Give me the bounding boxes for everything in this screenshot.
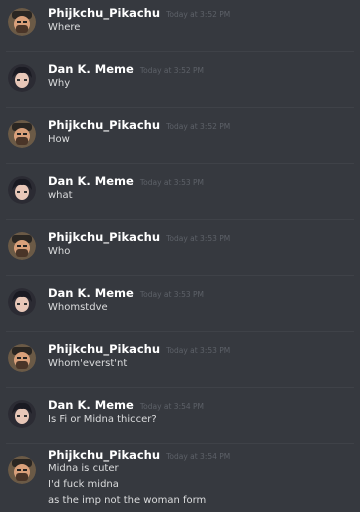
message: Phijkchu_Pikachu Today at 3:53 PM Who (0, 224, 360, 276)
avatar-dan[interactable] (8, 288, 36, 316)
message-author[interactable]: Phijkchu_Pikachu Today at 3:53 PM (48, 230, 230, 244)
avatar-phijkchu[interactable] (8, 232, 36, 260)
message-divider (6, 331, 354, 332)
avatar-dan[interactable] (8, 64, 36, 92)
message-author[interactable]: Phijkchu_Pikachu Today at 3:53 PM (48, 342, 230, 356)
message-timestamp: Today at 3:52 PM (166, 122, 231, 131)
message: Phijkchu_Pikachu Today at 3:52 PM How (0, 112, 360, 164)
message-timestamp: Today at 3:54 PM (166, 452, 231, 461)
message-text: what (48, 190, 73, 201)
message-author[interactable]: Dan K. Meme Today at 3:52 PM (48, 62, 204, 76)
message-author[interactable]: Phijkchu_Pikachu Today at 3:52 PM (48, 118, 230, 132)
avatar-dan[interactable] (8, 400, 36, 428)
message: Phijkchu_Pikachu Today at 3:53 PM Whom'ev… (0, 336, 360, 388)
message: Phijkchu_Pikachu Today at 3:52 PM Where (0, 0, 360, 52)
avatar-dan[interactable] (8, 176, 36, 204)
message-text: Whomstdve (48, 302, 108, 313)
message-timestamp: Today at 3:53 PM (139, 290, 205, 299)
message-divider (6, 51, 354, 52)
message-text: as the imp not the woman form (48, 495, 207, 506)
avatar-phijkchu[interactable] (8, 344, 36, 372)
message-text: Where (48, 22, 81, 33)
avatar-phijkchu[interactable] (8, 456, 36, 484)
message-divider (6, 387, 354, 388)
message-divider (6, 219, 354, 220)
message-timestamp: Today at 3:52 PM (139, 66, 205, 75)
message: Dan K. Meme Today at 3:54 PM Is Fi or Mid… (0, 392, 360, 444)
message: Dan K. Meme Today at 3:52 PM Why (0, 56, 360, 108)
message-divider (6, 275, 354, 276)
message-divider (6, 163, 354, 164)
message-timestamp: Today at 3:52 PM (166, 10, 231, 19)
message-timestamp: Today at 3:53 PM (139, 178, 205, 187)
message-text: Why (48, 78, 71, 89)
message-author[interactable]: Dan K. Meme Today at 3:53 PM (48, 286, 204, 300)
avatar-phijkchu[interactable] (8, 8, 36, 36)
avatar-phijkchu[interactable] (8, 120, 36, 148)
message-author[interactable]: Dan K. Meme Today at 3:53 PM (48, 174, 204, 188)
message-author[interactable]: Dan K. Meme Today at 3:54 PM (48, 398, 204, 412)
message: Dan K. Meme Today at 3:53 PM what (0, 168, 360, 220)
message-text: Who (48, 246, 71, 257)
message-divider (6, 107, 354, 108)
chat-log: Phijkchu_Pikachu Today at 3:52 PM Where D… (0, 0, 360, 512)
message-timestamp: Today at 3:53 PM (166, 346, 231, 355)
message-text: How (48, 134, 70, 145)
message-text: Is Fi or Midna thiccer? (48, 414, 157, 425)
message-text: I'd fuck midna (48, 479, 119, 490)
message: Dan K. Meme Today at 3:53 PM Whomstdve (0, 280, 360, 332)
message-timestamp: Today at 3:54 PM (139, 402, 205, 411)
message-text: Whom'everst'nt (48, 358, 128, 369)
message-author[interactable]: Phijkchu_Pikachu Today at 3:52 PM (48, 6, 230, 20)
message: Phijkchu_Pikachu Today at 3:54 PM Midna i… (0, 448, 360, 512)
message-timestamp: Today at 3:53 PM (166, 234, 231, 243)
message-text: Midna is cuter (48, 463, 119, 474)
message-divider (6, 443, 354, 444)
message-author[interactable]: Phijkchu_Pikachu Today at 3:54 PM (48, 448, 230, 462)
